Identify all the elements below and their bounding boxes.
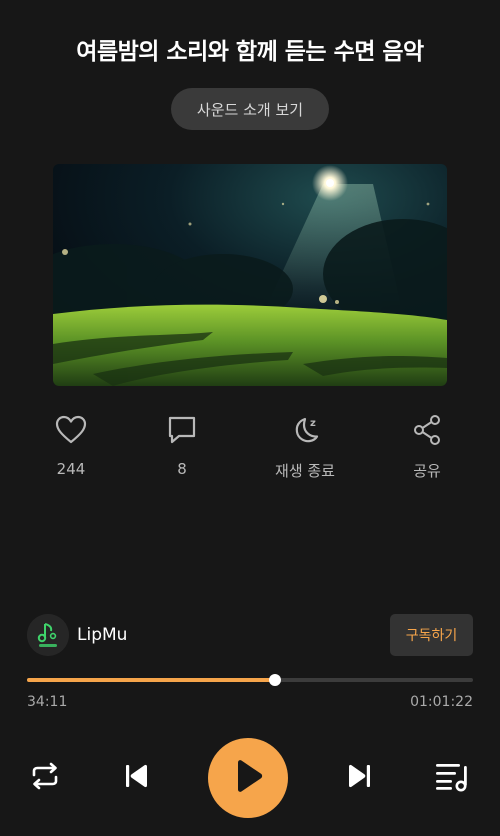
play-button[interactable] (208, 738, 288, 818)
playlist-icon (434, 760, 470, 797)
track-title: 여름밤의 소리와 함께 듣는 수면 음악 (76, 39, 424, 65)
player-screen: 여름밤의 소리와 함께 듣는 수면 음악 사운드 소개 보기 244 8 z 재… (0, 0, 500, 836)
subscribe-button[interactable]: 구독하기 (390, 614, 473, 656)
artist-logo (27, 614, 69, 656)
sleep-timer-label: 재생 종료 (275, 462, 335, 480)
sleep-timer-button[interactable]: z 재생 종료 (260, 412, 350, 481)
artist-name[interactable]: LipMu (77, 625, 127, 645)
progress-fill (27, 678, 276, 682)
repeat-button[interactable] (27, 760, 63, 796)
share-button[interactable]: 공유 (382, 412, 472, 481)
share-icon (409, 412, 445, 448)
heart-icon (53, 412, 89, 448)
previous-icon (122, 762, 150, 795)
current-time: 34:11 (27, 694, 68, 710)
moon-icon: z (287, 412, 323, 448)
playlist-button[interactable] (432, 760, 472, 796)
next-button[interactable] (342, 760, 378, 796)
action-bar: 244 8 z 재생 종료 공유 (0, 412, 500, 492)
progress-handle[interactable] (269, 674, 282, 686)
like-button[interactable]: 244 (26, 412, 116, 478)
previous-button[interactable] (118, 760, 154, 796)
comment-count: 8 (177, 460, 187, 478)
total-time: 01:01:22 (410, 694, 473, 710)
album-artwork (53, 164, 447, 386)
next-icon (346, 762, 374, 795)
playback-controls (0, 738, 500, 818)
play-icon (232, 759, 264, 798)
artist-avatar[interactable] (27, 614, 69, 656)
artist-row: LipMu 구독하기 (27, 614, 473, 656)
progress-slider[interactable] (27, 674, 473, 686)
share-label: 공유 (413, 462, 441, 480)
like-count: 244 (56, 460, 86, 478)
comment-button[interactable]: 8 (137, 412, 227, 478)
comment-icon (164, 412, 200, 448)
svg-text:z: z (310, 418, 316, 429)
repeat-icon (29, 761, 61, 796)
sound-intro-button[interactable]: 사운드 소개 보기 (171, 88, 329, 130)
